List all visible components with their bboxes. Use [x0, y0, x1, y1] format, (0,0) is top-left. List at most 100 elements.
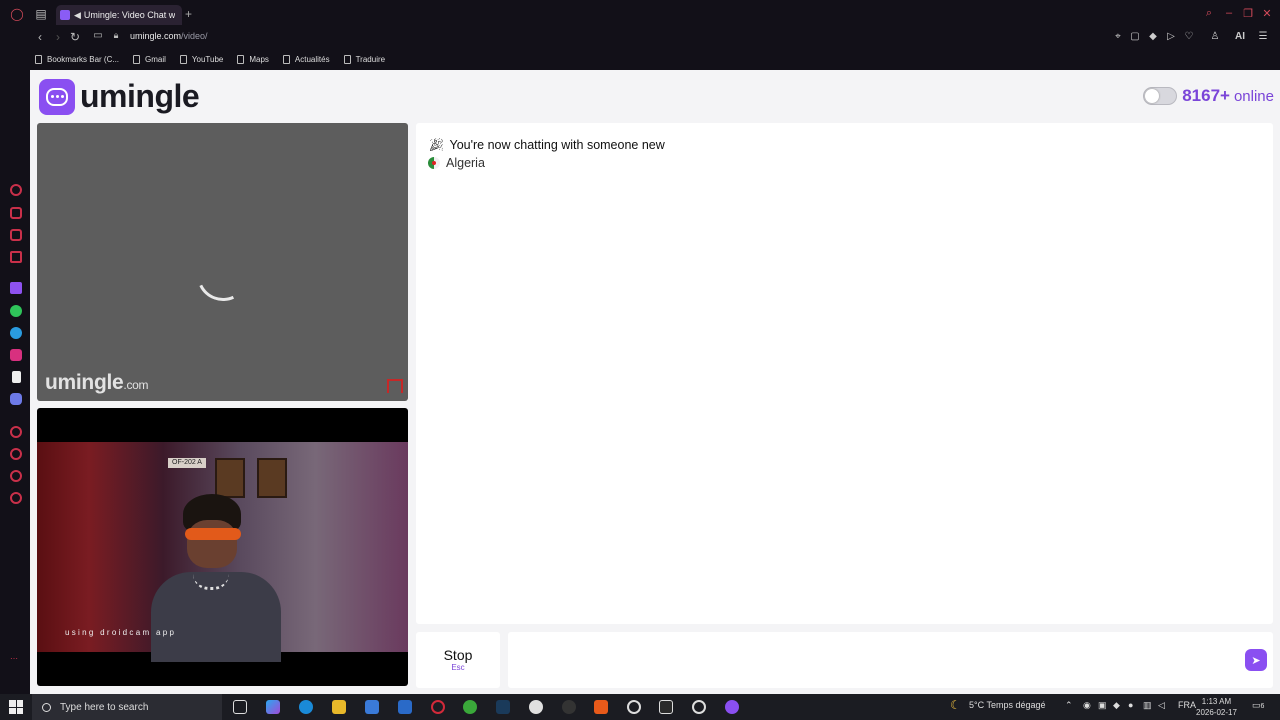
- party-popper-icon: 🎉︎: [428, 137, 445, 152]
- capture-icon[interactable]: ▢: [1128, 31, 1142, 42]
- online-label: online: [1233, 87, 1274, 105]
- opera-menu-icon[interactable]: ◯: [9, 6, 25, 22]
- telegram-icon[interactable]: [10, 327, 22, 339]
- folder-icon: [35, 54, 42, 64]
- bookmark-item[interactable]: Gmail: [133, 54, 166, 64]
- play-icon[interactable]: ▷: [1164, 31, 1178, 42]
- messenger-icon[interactable]: [10, 251, 22, 263]
- video-watermark: umingle.com: [45, 371, 149, 395]
- tray-app-icon[interactable]: ◆: [1113, 700, 1120, 711]
- network-icon[interactable]: ▥: [1143, 700, 1152, 711]
- close-window-icon[interactable]: ✕: [1260, 7, 1274, 20]
- bookmarks-bar: Bookmarks Bar (C... Gmail YouTube Maps A…: [0, 50, 1280, 68]
- app-icon[interactable]: [692, 700, 706, 714]
- mail-icon[interactable]: [398, 700, 412, 714]
- new-tab-button[interactable]: +: [185, 7, 192, 21]
- twitch-icon[interactable]: [10, 282, 22, 294]
- obs-icon[interactable]: [562, 700, 576, 714]
- aria-icon[interactable]: [10, 184, 22, 196]
- clock[interactable]: 1:13 AM 2026-02-17: [1196, 696, 1237, 718]
- url-path: /video/: [181, 31, 208, 41]
- chat-message-input[interactable]: [508, 632, 1273, 688]
- history-icon[interactable]: [10, 448, 22, 460]
- app-icon[interactable]: [594, 700, 608, 714]
- bookmark-label: Bookmarks Bar (C...: [47, 54, 120, 64]
- windows-taskbar: Type here to search ☾ 5°C Temps dégagé ⌃…: [0, 694, 1280, 720]
- bookmark-item[interactable]: YouTube: [179, 54, 223, 64]
- store-icon[interactable]: [365, 700, 379, 714]
- heart-icon[interactable]: ♡: [1182, 31, 1196, 42]
- speaker-icon[interactable]: ◀: [74, 10, 81, 21]
- app-icon[interactable]: [627, 700, 641, 714]
- task-view-icon[interactable]: [233, 700, 247, 714]
- stop-label: Stop: [443, 647, 473, 663]
- shopping-icon[interactable]: [10, 207, 22, 219]
- lock-icon: 🔒︎: [113, 30, 119, 40]
- wall-plate: OF-202 A: [168, 458, 206, 468]
- reload-icon[interactable]: ↻: [67, 30, 83, 44]
- windows-start-icon[interactable]: [9, 700, 23, 714]
- send-icon: ➤: [1251, 654, 1261, 667]
- taskbar-search-placeholder: Type here to search: [60, 701, 149, 713]
- player-icon[interactable]: [10, 426, 22, 438]
- bookmark-item[interactable]: Bookmarks Bar (C...: [35, 54, 120, 64]
- volume-icon[interactable]: ◁: [1158, 700, 1165, 711]
- weather-text[interactable]: 5°C Temps dégagé: [969, 700, 1045, 710]
- search-icon: [42, 702, 51, 712]
- tab-umingle[interactable]: ◀ Umingle: Video Chat w: [56, 5, 182, 25]
- chrome-icon[interactable]: [529, 700, 543, 714]
- app-icon[interactable]: [725, 700, 739, 714]
- restore-icon[interactable]: ❐: [1241, 7, 1255, 20]
- tiktok-icon[interactable]: [12, 371, 21, 383]
- country-message: Algeria: [428, 156, 485, 170]
- back-icon[interactable]: ‹: [32, 30, 48, 44]
- pin-icon[interactable]: ⌖: [1111, 31, 1125, 42]
- steam-icon[interactable]: [496, 700, 510, 714]
- menu-icon[interactable]: ☰: [1256, 31, 1270, 42]
- tray-app-icon[interactable]: ▣: [1098, 700, 1107, 711]
- tray-chevron-icon[interactable]: ⌃: [1065, 700, 1073, 711]
- extensions-icon[interactable]: [10, 470, 22, 482]
- self-video: OF-202 A using droidcam app: [37, 408, 408, 686]
- whatsapp-icon[interactable]: [10, 305, 22, 317]
- forward-icon[interactable]: ›: [50, 30, 66, 44]
- notifications-icon[interactable]: ▭6: [1252, 700, 1264, 711]
- search-tabs-icon[interactable]: ⌕: [1202, 7, 1216, 20]
- minimize-icon[interactable]: –: [1222, 7, 1236, 19]
- snapshot-icon[interactable]: ▭: [90, 30, 106, 41]
- logo-text: umingle: [80, 78, 200, 114]
- bookmark-item[interactable]: Traduire: [343, 54, 386, 64]
- report-flag-icon[interactable]: [387, 379, 403, 393]
- watermark-text: umingle: [45, 371, 124, 394]
- logo[interactable]: umingle: [39, 78, 200, 115]
- stop-button[interactable]: Stop Esc: [416, 632, 500, 688]
- discord-icon[interactable]: [10, 393, 22, 405]
- epic-games-icon[interactable]: [659, 700, 673, 714]
- workspaces-icon[interactable]: ▤: [33, 6, 49, 22]
- microphone-icon[interactable]: ●: [1128, 700, 1133, 710]
- tray-app-icon[interactable]: ◉: [1083, 700, 1091, 711]
- taskbar-search[interactable]: Type here to search: [32, 694, 222, 720]
- utorrent-icon[interactable]: [463, 700, 477, 714]
- opera-taskbar-icon[interactable]: [431, 700, 445, 714]
- url-field[interactable]: umingle.com/video/: [130, 31, 208, 41]
- country-name: Algeria: [446, 156, 485, 170]
- copilot-icon[interactable]: [266, 700, 280, 714]
- settings-icon[interactable]: [10, 492, 22, 504]
- shield-icon[interactable]: ◆: [1146, 31, 1160, 42]
- webcam-feed: OF-202 A: [37, 442, 408, 662]
- ai-button[interactable]: AI: [1230, 31, 1250, 42]
- crypto-wallet-icon[interactable]: [10, 229, 22, 241]
- profile-icon[interactable]: ♙: [1208, 31, 1222, 42]
- language-indicator[interactable]: FRA: [1178, 700, 1196, 710]
- send-button[interactable]: ➤: [1245, 649, 1267, 671]
- more-icon[interactable]: ⋯: [10, 654, 22, 666]
- bookmark-label: Traduire: [355, 54, 386, 64]
- tab-strip: ◯ ▤ ◀ Umingle: Video Chat w + ⌕ – ❐ ✕: [0, 0, 1280, 28]
- bookmark-item[interactable]: Maps: [237, 54, 269, 64]
- instagram-icon[interactable]: [10, 349, 22, 361]
- bookmark-item[interactable]: Actualités: [282, 54, 330, 64]
- edge-icon[interactable]: [299, 700, 313, 714]
- theme-toggle[interactable]: [1143, 87, 1178, 105]
- file-explorer-icon[interactable]: [332, 700, 346, 714]
